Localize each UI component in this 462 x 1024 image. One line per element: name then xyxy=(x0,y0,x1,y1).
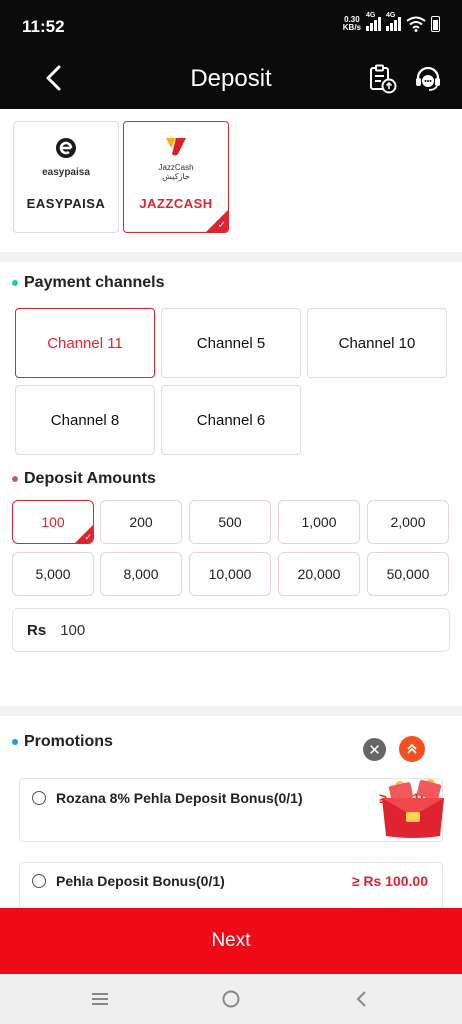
radio-button[interactable] xyxy=(32,791,46,805)
promotion-name: Pehla Deposit Bonus(0/1) xyxy=(56,873,225,889)
promotions-heading: Promotions xyxy=(12,733,113,751)
amount-option[interactable]: 5,000 xyxy=(12,552,94,596)
bullet-dot xyxy=(12,280,18,286)
wallet-easypaisa[interactable]: easypaisa EASYPAISA xyxy=(13,121,119,233)
amount-option[interactable]: 500 xyxy=(189,500,271,544)
amount-option[interactable]: 1,000 xyxy=(278,500,360,544)
channel-button[interactable]: Channel 5 xyxy=(161,308,301,378)
jazzcash-logo-icon xyxy=(166,138,186,156)
radio-button[interactable] xyxy=(32,874,46,888)
customer-service-icon[interactable] xyxy=(413,64,443,94)
recent-apps-icon[interactable] xyxy=(89,989,111,1009)
status-bar: 11:52 0.30 KB/s 4G 4G xyxy=(0,0,462,48)
system-nav-bar xyxy=(0,974,462,1024)
deposit-panel: Payment channels Channel 11 Channel 5 Ch… xyxy=(0,262,462,706)
status-icons: 0.30 KB/s 4G 4G xyxy=(342,12,440,32)
signal-icon: 4G xyxy=(366,12,381,31)
wallet-selector: easypaisa EASYPAISA JazzCash جازکیش JAZZ… xyxy=(0,109,462,252)
currency-label: Rs xyxy=(27,621,47,639)
bullet-dot xyxy=(12,739,18,745)
scroll-top-icon[interactable] xyxy=(399,736,425,762)
header-bar: Deposit xyxy=(0,48,462,109)
promotion-amount: ≥ Rs 100.00 xyxy=(351,873,428,889)
check-icon: ✓ xyxy=(84,532,92,542)
amount-option[interactable]: 100 ✓ xyxy=(12,500,94,544)
signal-icon-2: 4G xyxy=(386,12,401,31)
payment-channels-heading: Payment channels xyxy=(12,274,165,292)
amount-option[interactable]: 2,000 xyxy=(367,500,449,544)
amount-option[interactable]: 200 xyxy=(100,500,182,544)
channel-button[interactable]: Channel 10 xyxy=(307,308,447,378)
amount-input[interactable]: Rs 100 xyxy=(12,608,450,652)
amount-option[interactable]: 8,000 xyxy=(100,552,182,596)
amount-option[interactable]: 20,000 xyxy=(278,552,360,596)
red-envelope-gift-icon[interactable] xyxy=(376,776,450,840)
next-button[interactable]: Next xyxy=(0,908,462,974)
promotion-item[interactable]: Pehla Deposit Bonus(0/1) ≥ Rs 100.00 xyxy=(19,862,443,908)
promotion-name: Rozana 8% Pehla Deposit Bonus(0/1) xyxy=(56,790,303,806)
network-speed: 0.30 KB/s xyxy=(342,15,361,32)
wallet-jazzcash[interactable]: JazzCash جازکیش JAZZCASH ✓ xyxy=(123,121,229,233)
battery-icon xyxy=(431,16,440,32)
home-icon[interactable] xyxy=(220,989,242,1009)
wallet-label: EASYPAISA xyxy=(26,196,106,211)
amount-option[interactable]: 50,000 xyxy=(367,552,449,596)
channel-button[interactable]: Channel 11 xyxy=(15,308,155,378)
amount-value: 100 xyxy=(60,621,86,639)
easypaisa-logo: easypaisa xyxy=(14,136,118,178)
wifi-icon xyxy=(406,16,426,32)
jazzcash-logo: JazzCash جازکیش xyxy=(124,136,228,181)
close-icon[interactable]: ✕ xyxy=(363,738,386,761)
amount-option[interactable]: 10,000 xyxy=(189,552,271,596)
bullet-dot xyxy=(12,476,18,482)
status-time: 11:52 xyxy=(22,17,65,36)
back-nav-icon[interactable] xyxy=(351,989,373,1009)
easypaisa-logo-icon xyxy=(56,138,76,158)
promotions-panel: Promotions Rozana 8% Pehla Deposit Bonus… xyxy=(0,716,462,908)
channel-button[interactable]: Channel 6 xyxy=(161,385,301,455)
deposit-history-icon[interactable] xyxy=(366,63,398,95)
check-icon: ✓ xyxy=(217,220,226,231)
channel-button[interactable]: Channel 8 xyxy=(15,385,155,455)
wallet-label: JAZZCASH xyxy=(139,196,213,211)
deposit-amounts-heading: Deposit Amounts xyxy=(12,470,156,488)
